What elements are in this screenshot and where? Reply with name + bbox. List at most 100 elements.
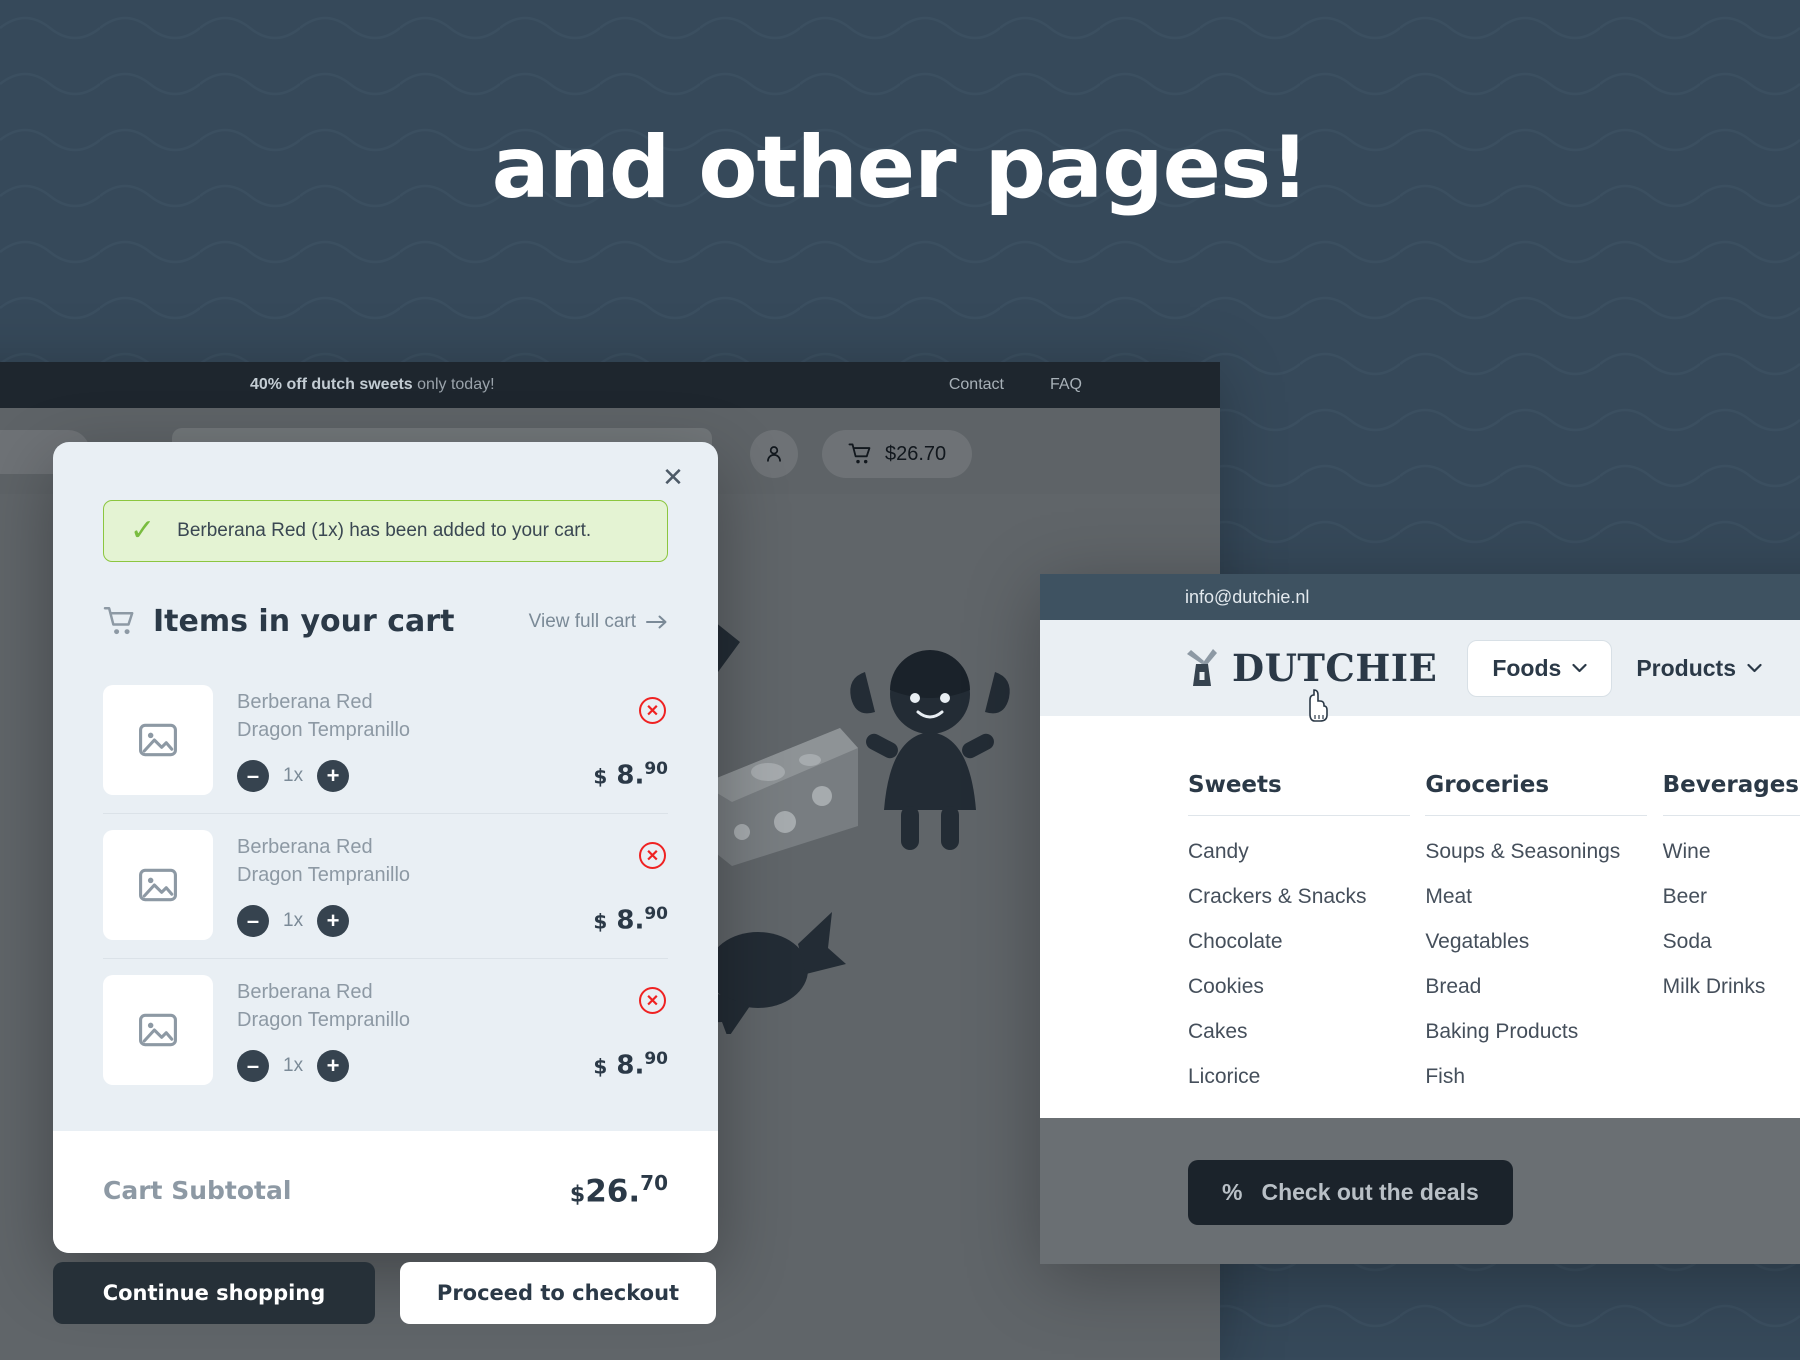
close-icon[interactable]: ✕: [658, 462, 688, 492]
nav-item-foods[interactable]: Foods: [1467, 639, 1613, 697]
cart-success-alert: ✓ Berberana Red (1x) has been added to y…: [103, 500, 668, 562]
product-price: $ 8.90: [593, 759, 668, 791]
topbar-links: Contact FAQ: [949, 376, 1082, 394]
dutchie-logo[interactable]: DUTCHIE: [1182, 646, 1437, 690]
product-price: $ 8.90: [593, 1049, 668, 1081]
cart-item-row: Berberana Red Dragon Tempranillo – 1x + …: [103, 814, 668, 959]
windmill-icon: [1187, 649, 1217, 686]
dutchie-main-nav: DUTCHIE Foods Products Deals: [1040, 620, 1800, 716]
list-item[interactable]: Wine: [1663, 840, 1800, 864]
cart-modal: ✕ ✓ Berberana Red (1x) has been added to…: [53, 442, 718, 1254]
list-item[interactable]: Bread: [1425, 975, 1662, 999]
increase-quantity-button[interactable]: +: [317, 905, 350, 938]
list-item[interactable]: Fish: [1425, 1065, 1662, 1089]
doll-illustration: [850, 650, 1010, 850]
cart-item-details: Berberana Red Dragon Tempranillo – 1x +: [213, 685, 410, 795]
decrease-quantity-button[interactable]: –: [237, 1050, 269, 1083]
price-decimal: 90: [644, 1049, 668, 1070]
mega-column-title: Sweets: [1188, 772, 1410, 816]
cart-icon: [848, 442, 871, 463]
price-decimal: 90: [644, 904, 668, 925]
product-name-line2: Dragon Tempranillo: [237, 1008, 411, 1031]
subtotal-currency: $: [569, 1182, 586, 1208]
cart-icon: [103, 606, 134, 634]
price-currency: $: [593, 1055, 608, 1079]
remove-item-button[interactable]: ✕: [639, 987, 666, 1014]
price-main: 8.: [616, 1051, 645, 1081]
view-full-cart-label: View full cart: [528, 610, 636, 632]
mega-column-list: Wine Beer Soda Milk Drinks: [1663, 840, 1800, 999]
image-placeholder-icon: [139, 868, 177, 902]
mega-column-groceries: Groceries Soups & Seasonings Meat Vegata…: [1425, 772, 1662, 1118]
cart-modal-body: ✓ Berberana Red (1x) has been added to y…: [53, 442, 718, 1103]
list-item[interactable]: Cakes: [1188, 1020, 1425, 1044]
cart-item-row: Berberana Red Dragon Tempranillo – 1x + …: [103, 669, 668, 814]
dutchie-nav-panel: info@dutchie.nl DUTCHIE Foods Products D…: [1040, 574, 1800, 1264]
quantity-stepper: – 1x +: [237, 905, 410, 938]
nav-item-products[interactable]: Products: [1612, 641, 1786, 696]
price-currency: $: [593, 765, 608, 789]
check-icon: ✓: [130, 514, 156, 547]
decrease-quantity-button[interactable]: –: [237, 905, 269, 938]
dutchie-topbar: info@dutchie.nl: [1040, 574, 1800, 620]
person-icon: [767, 446, 781, 462]
nav-item-deals[interactable]: Deals: [1786, 641, 1800, 696]
increase-quantity-button[interactable]: +: [317, 760, 350, 793]
product-price: $ 8.90: [593, 904, 668, 936]
dutchie-email[interactable]: info@dutchie.nl: [1185, 587, 1309, 608]
promo-text: 40% off dutch sweets only today!: [250, 376, 495, 394]
product-name-line1: Berberana Red: [237, 691, 373, 713]
chevron-down-icon: [1572, 663, 1587, 673]
dutchie-footer: % Check out the deals: [1040, 1118, 1800, 1264]
mega-column-title: Beverages: [1662, 772, 1800, 816]
price-main: 8.: [616, 761, 645, 791]
product-name-line1: Berberana Red: [237, 836, 373, 858]
cart-alert-message: Berberana Red (1x) has been added to you…: [177, 520, 592, 541]
percent-icon: %: [1222, 1179, 1243, 1205]
quantity-value: 1x: [283, 910, 304, 932]
cart-subtotal-label: Cart Subtotal: [103, 1175, 292, 1205]
price-decimal: 90: [644, 759, 668, 780]
mega-column-list: Candy Crackers & Snacks Chocolate Cookie…: [1188, 840, 1425, 1089]
chevron-down-icon: [1747, 663, 1762, 673]
list-item[interactable]: Soda: [1663, 930, 1800, 954]
quantity-stepper: – 1x +: [237, 760, 410, 793]
link-contact[interactable]: Contact: [949, 376, 1004, 394]
list-item[interactable]: Baking Products: [1425, 1020, 1662, 1044]
list-item[interactable]: Crackers & Snacks: [1188, 885, 1425, 909]
check-deals-button[interactable]: % Check out the deals: [1188, 1160, 1513, 1225]
list-item[interactable]: Chocolate: [1188, 930, 1425, 954]
list-item[interactable]: Milk Drinks: [1663, 975, 1800, 999]
cart-subtotal-row: Cart Subtotal $26.70: [53, 1131, 718, 1254]
link-faq[interactable]: FAQ: [1050, 376, 1082, 394]
increase-quantity-button[interactable]: +: [317, 1050, 350, 1083]
page-title: Items in your cart: [153, 604, 455, 639]
list-item[interactable]: Soups & Seasonings: [1425, 840, 1662, 864]
list-item[interactable]: Cookies: [1188, 975, 1425, 999]
cart-subtotal-value: $26.70: [570, 1171, 668, 1209]
view-full-cart-link[interactable]: View full cart: [529, 611, 668, 633]
remove-item-button[interactable]: ✕: [639, 842, 666, 869]
list-item[interactable]: Candy: [1188, 840, 1425, 864]
cart-button[interactable]: $26.70: [822, 430, 973, 478]
cart-item-details: Berberana Red Dragon Tempranillo – 1x +: [213, 975, 410, 1085]
continue-shopping-button[interactable]: Continue shopping: [53, 1262, 375, 1324]
product-name-line2: Dragon Tempranillo: [237, 718, 411, 741]
quantity-stepper: – 1x +: [237, 1050, 410, 1083]
cart-item-details: Berberana Red Dragon Tempranillo – 1x +: [213, 830, 410, 940]
list-item[interactable]: Beer: [1663, 885, 1800, 909]
proceed-to-checkout-button[interactable]: Proceed to checkout: [400, 1262, 716, 1324]
mega-column-title: Groceries: [1425, 772, 1648, 816]
mega-column-list: Soups & Seasonings Meat Vegatables Bread…: [1425, 840, 1662, 1089]
product-name-line1: Berberana Red: [237, 981, 373, 1003]
subtotal-main: 26.: [585, 1173, 641, 1210]
account-button[interactable]: [750, 430, 798, 478]
remove-item-button[interactable]: ✕: [639, 697, 666, 724]
cart-total: $26.70: [885, 442, 947, 465]
image-placeholder-icon: [139, 1013, 177, 1047]
list-item[interactable]: Licorice: [1188, 1065, 1425, 1089]
list-item[interactable]: Meat: [1425, 885, 1662, 909]
product-thumbnail: [103, 830, 213, 940]
decrease-quantity-button[interactable]: –: [237, 760, 269, 793]
list-item[interactable]: Vegatables: [1425, 930, 1662, 954]
